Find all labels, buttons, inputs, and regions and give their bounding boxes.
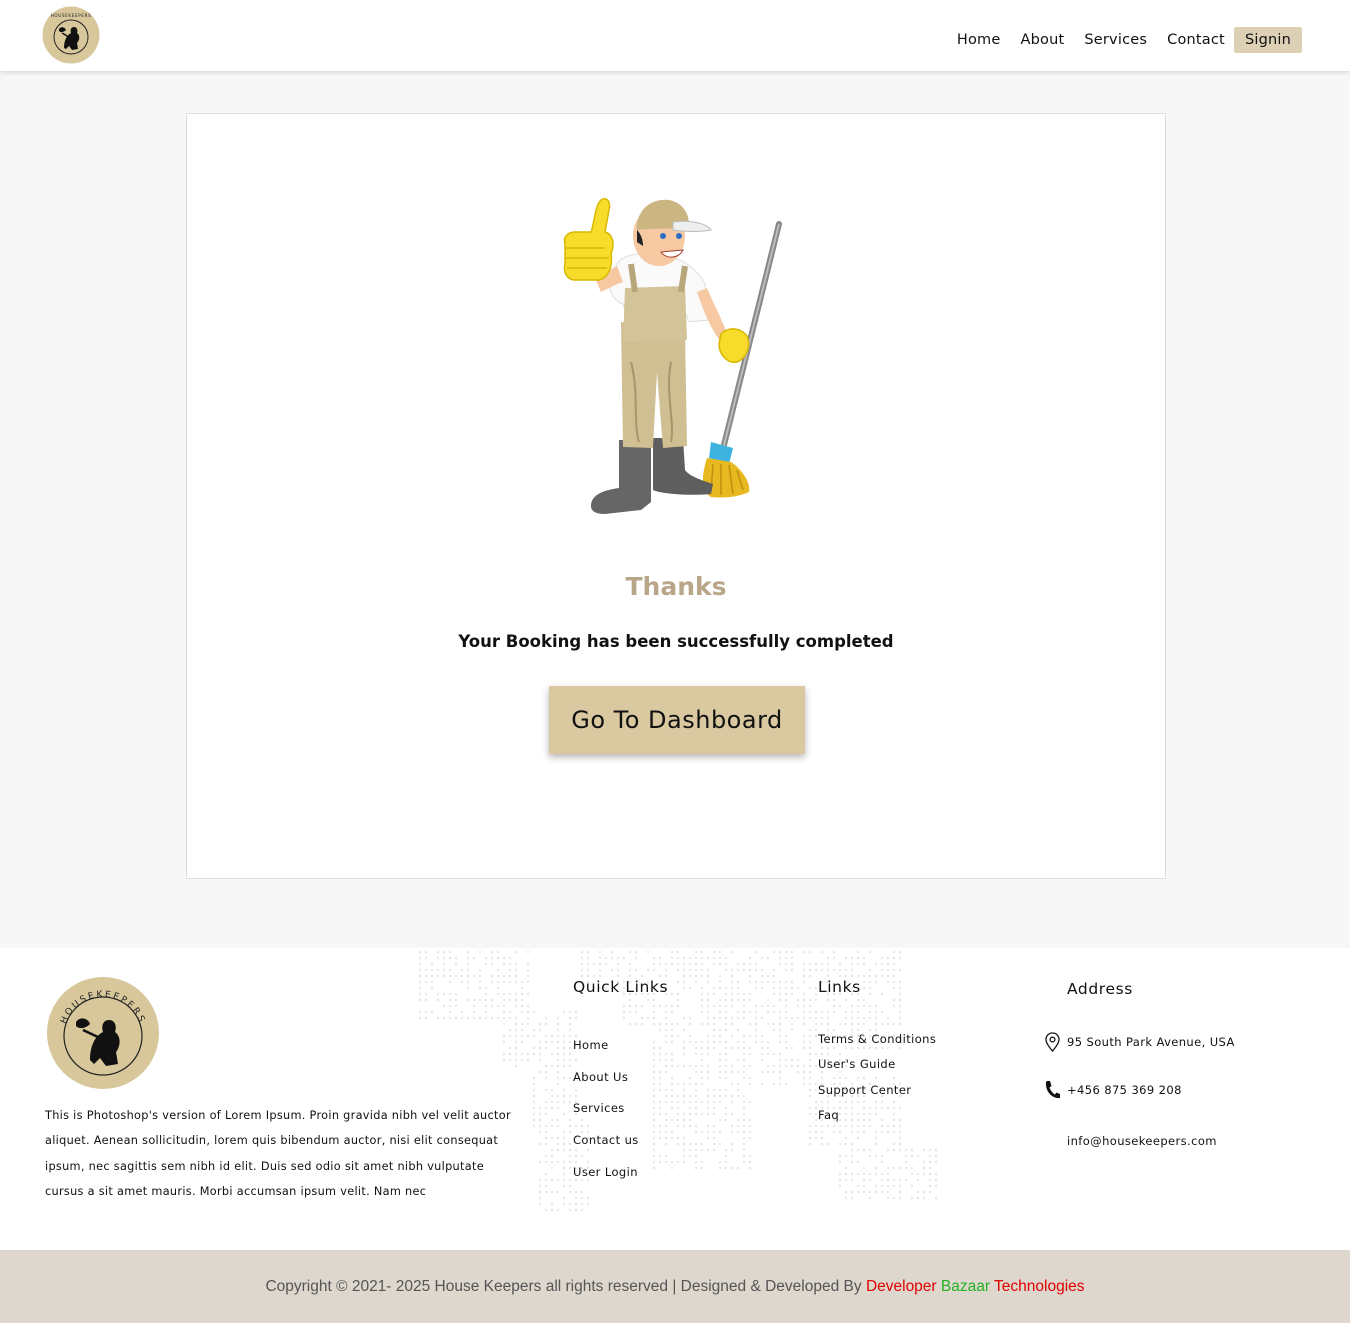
footer-link-faq[interactable]: Faq [818, 1108, 936, 1133]
footer-link-users-guide[interactable]: User's Guide [818, 1057, 936, 1082]
developer-link-word2[interactable]: Bazaar [937, 1278, 990, 1295]
quick-links-title: Quick Links [573, 978, 669, 996]
booking-success-message: Your Booking has been successfully compl… [458, 632, 894, 651]
links-title: Links [818, 978, 861, 996]
footer-link-support-center[interactable]: Support Center [818, 1083, 936, 1108]
address-email[interactable]: info@housekeepers.com [1067, 1134, 1217, 1148]
footer-link-terms[interactable]: Terms & Conditions [818, 1032, 936, 1057]
footer-link-user-login[interactable]: User Login [573, 1165, 639, 1197]
quick-links-list: Home About Us Services Contact us User L… [573, 1038, 639, 1196]
address-phone[interactable]: +456 875 369 208 [1067, 1083, 1182, 1097]
footer-link-home[interactable]: Home [573, 1038, 639, 1070]
copyright-bar: Copyright © 2021- 2025 House Keepers all… [0, 1250, 1350, 1323]
links-list: Terms & Conditions User's Guide Support … [818, 1032, 936, 1133]
nav-home[interactable]: Home [957, 32, 1001, 48]
svg-text:HOUSEKEEPERS: HOUSEKEEPERS [51, 13, 92, 18]
nav-services[interactable]: Services [1084, 32, 1147, 48]
address-location-row: 95 South Park Avenue, USA [1044, 1032, 1235, 1052]
cleaner-illustration [563, 198, 782, 514]
nav-contact[interactable]: Contact [1167, 32, 1225, 48]
address-phone-row: +456 875 369 208 [1044, 1080, 1182, 1100]
signin-button[interactable]: Signin [1233, 27, 1302, 53]
nav-about[interactable]: About [1021, 32, 1065, 48]
address-title: Address [1067, 980, 1133, 998]
copyright-text: Copyright © 2021- 2025 House Keepers all… [265, 1278, 866, 1295]
footer-link-contact-us[interactable]: Contact us [573, 1133, 639, 1165]
housekeepers-footer-logo[interactable]: HOUSEKEEPERS [46, 976, 160, 1090]
address-email-row: info@housekeepers.com [1067, 1134, 1217, 1148]
phone-icon [1045, 1081, 1060, 1099]
site-footer: HOUSEKEEPERS This is Photoshop's version… [0, 948, 1350, 1250]
address-location: 95 South Park Avenue, USA [1067, 1035, 1235, 1049]
go-to-dashboard-button[interactable]: Go To Dashboard [549, 686, 805, 754]
footer-link-about-us[interactable]: About Us [573, 1070, 639, 1102]
developer-link-word3[interactable]: Technologies [990, 1278, 1085, 1295]
footer-about-text: This is Photoshop's version of Lorem Ips… [45, 1109, 511, 1198]
thanks-title: Thanks [625, 572, 727, 601]
map-pin-icon [1045, 1032, 1060, 1052]
booking-confirmation-card: Thanks Your Booking has been successfull… [186, 113, 1166, 879]
housekeepers-logo[interactable]: HOUSEKEEPERS [42, 6, 100, 64]
developer-link-word1[interactable]: Developer [866, 1278, 937, 1295]
main-nav: Home About Services Contact Signin [957, 27, 1302, 53]
footer-link-services[interactable]: Services [573, 1101, 639, 1133]
site-header: HOUSEKEEPERS Home About Services Contact… [0, 0, 1350, 71]
